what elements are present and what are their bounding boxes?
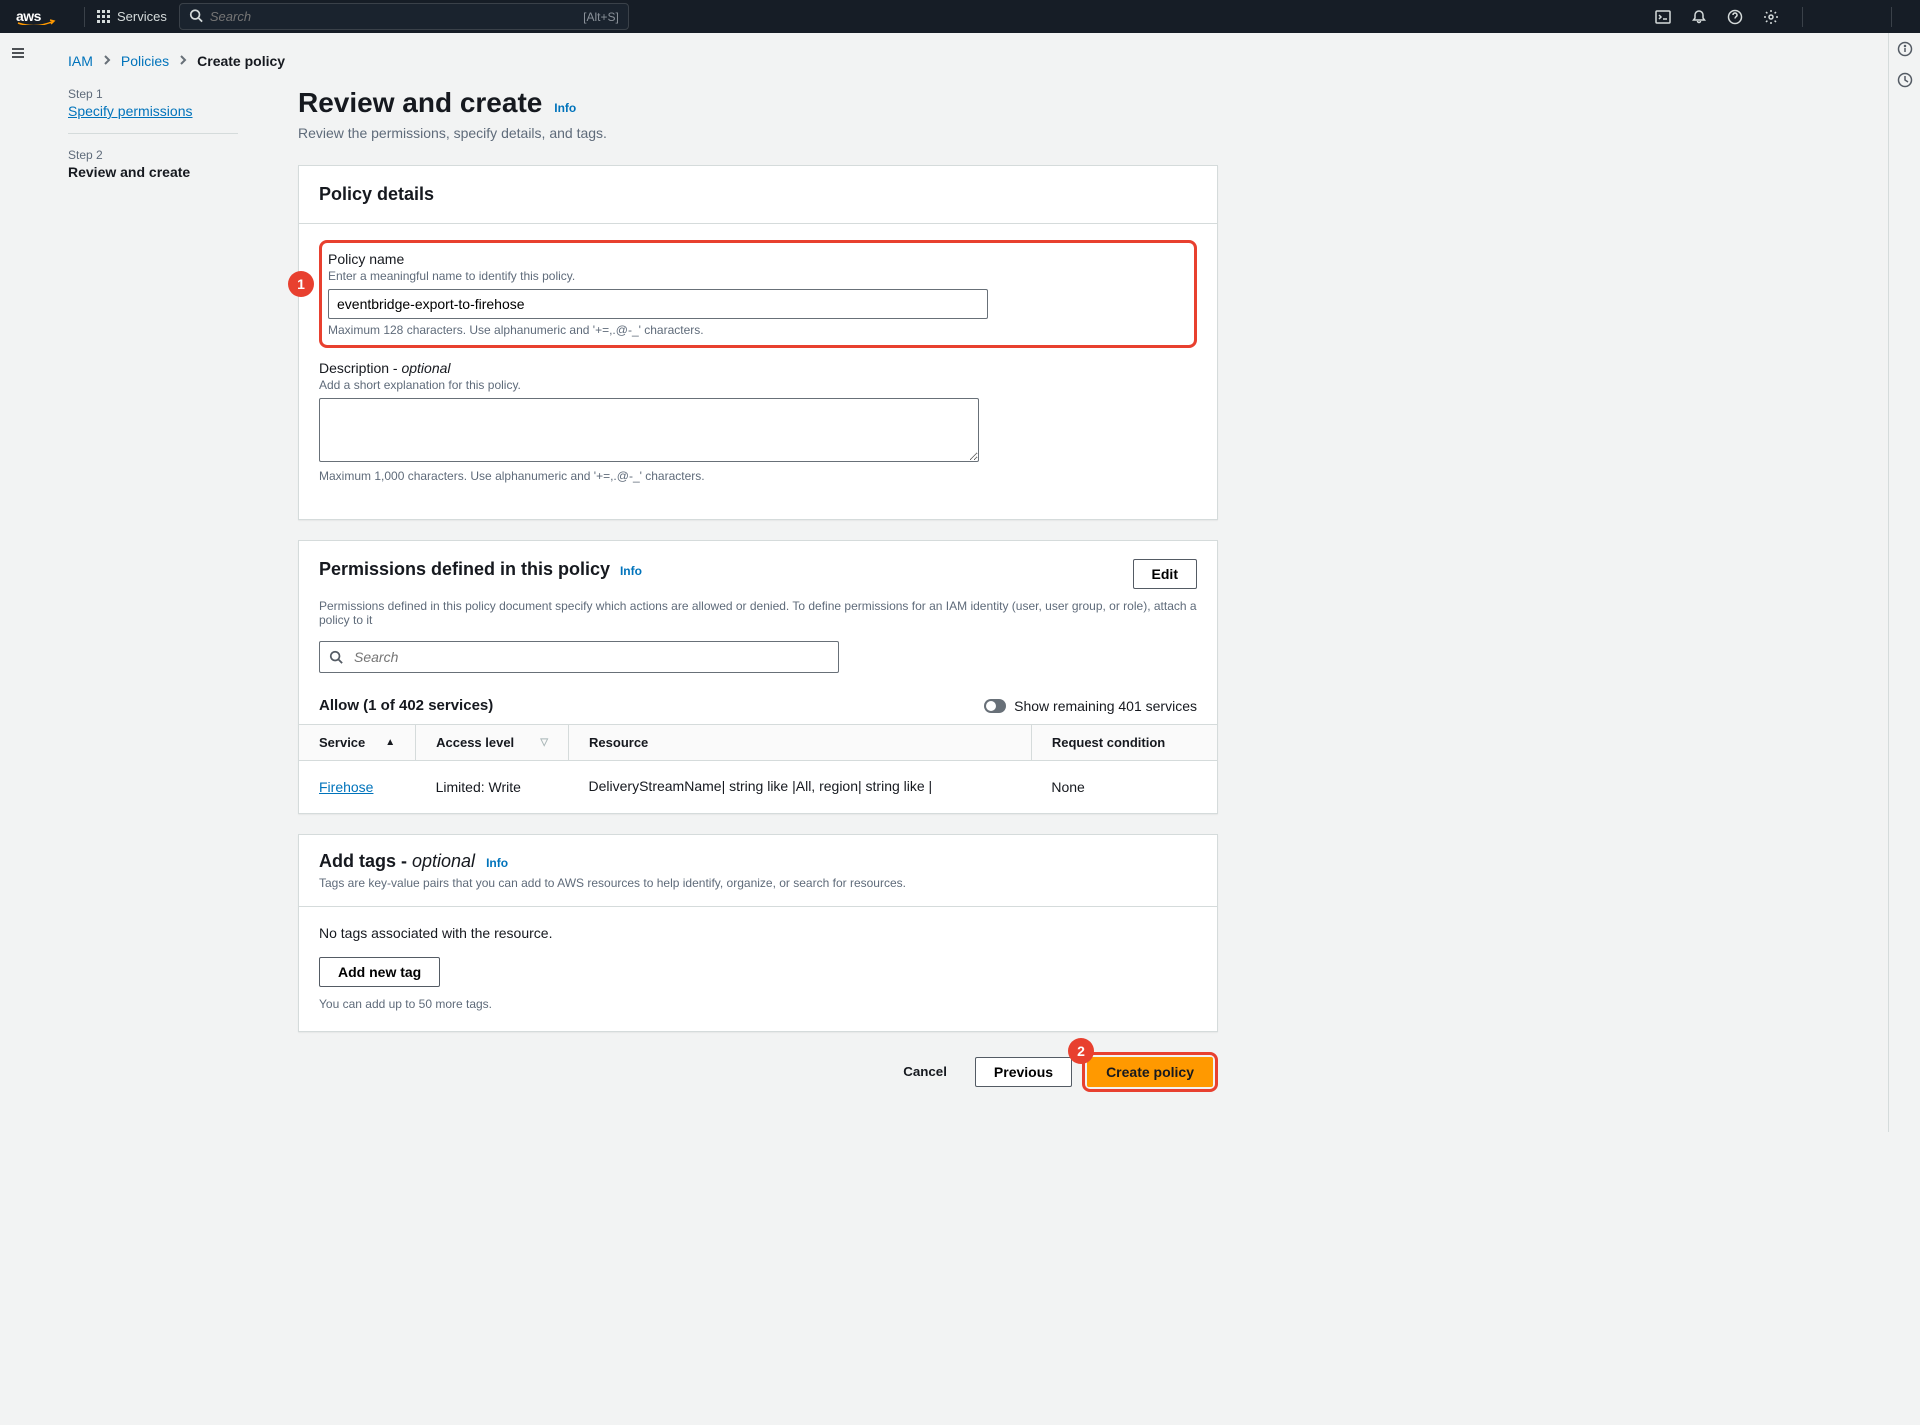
info-link[interactable]: Info — [620, 564, 642, 578]
tags-constraint: You can add up to 50 more tags. — [319, 997, 1197, 1011]
global-search-input[interactable] — [179, 3, 629, 30]
topbar-right — [1646, 0, 1904, 33]
top-nav: aws Services [Alt+S] — [0, 0, 1920, 33]
sort-asc-icon: ▲ — [385, 737, 395, 748]
col-access-level[interactable]: Access level▽ — [416, 725, 569, 761]
policy-name-constraint: Maximum 128 characters. Use alphanumeric… — [328, 323, 1188, 337]
annotation-highlight-2: 2 Create policy — [1082, 1052, 1218, 1092]
info-panel-icon[interactable] — [1897, 41, 1913, 60]
description-textarea[interactable] — [319, 398, 979, 462]
table-row: Firehose Limited: Write DeliveryStreamNa… — [299, 761, 1217, 813]
clock-icon[interactable] — [1897, 72, 1913, 91]
description-label: Description - optional — [319, 360, 1197, 376]
add-tag-button[interactable]: Add new tag — [319, 957, 440, 987]
show-remaining-toggle[interactable] — [984, 699, 1006, 713]
create-policy-button[interactable]: Create policy — [1087, 1057, 1213, 1087]
breadcrumb: IAM Policies Create policy — [36, 33, 1888, 87]
page-description: Review the permissions, specify details,… — [298, 125, 1218, 141]
notifications-icon[interactable] — [1682, 0, 1716, 33]
step-specify-permissions[interactable]: Specify permissions — [68, 103, 238, 119]
description-constraint: Maximum 1,000 characters. Use alphanumer… — [319, 469, 1197, 483]
cell-condition: None — [1031, 761, 1217, 813]
breadcrumb-policies[interactable]: Policies — [121, 53, 169, 69]
service-link-firehose[interactable]: Firehose — [319, 779, 373, 795]
divider — [1802, 7, 1803, 27]
divider — [84, 7, 85, 27]
svg-text:aws: aws — [16, 9, 42, 24]
tags-panel: Add tags - optional Info Tags are key-va… — [298, 834, 1218, 1032]
no-tags-message: No tags associated with the resource. — [319, 907, 1197, 957]
step-number: Step 2 — [68, 148, 238, 162]
right-rail — [1888, 33, 1920, 1132]
breadcrumb-iam[interactable]: IAM — [68, 53, 93, 69]
policy-name-label: Policy name — [328, 251, 1188, 267]
panel-title: Policy details — [319, 184, 434, 205]
step-number: Step 1 — [68, 87, 238, 101]
permissions-description: Permissions defined in this policy docum… — [299, 599, 1217, 641]
help-icon[interactable] — [1718, 0, 1752, 33]
footer-actions: Cancel Previous 2 Create policy — [298, 1052, 1218, 1092]
annotation-badge-1: 1 — [288, 271, 314, 297]
permissions-table: Service▲ Access level▽ Resource Request … — [299, 724, 1217, 813]
breadcrumb-current: Create policy — [197, 53, 285, 69]
annotation-badge-2: 2 — [1068, 1038, 1094, 1064]
info-link[interactable]: Info — [554, 101, 576, 115]
cancel-button[interactable]: Cancel — [885, 1058, 965, 1085]
step-review-create: Review and create — [68, 164, 238, 180]
aws-logo[interactable]: aws — [16, 9, 56, 25]
page-title: Review and create — [298, 87, 542, 119]
cell-resource: DeliveryStreamName| string like |All, re… — [569, 761, 1032, 813]
policy-name-input[interactable] — [328, 289, 988, 319]
cell-access: Limited: Write — [416, 761, 569, 813]
cloudshell-icon[interactable] — [1646, 0, 1680, 33]
services-menu[interactable]: Services — [97, 9, 167, 24]
sort-none-icon: ▽ — [540, 737, 548, 748]
settings-icon[interactable] — [1754, 0, 1788, 33]
col-service[interactable]: Service▲ — [299, 725, 416, 761]
tags-description: Tags are key-value pairs that you can ad… — [319, 876, 1197, 890]
panel-title: Permissions defined in this policy — [319, 559, 610, 579]
col-condition: Request condition — [1031, 725, 1217, 761]
wizard-nav: Step 1 Specify permissions Step 2 Review… — [68, 87, 238, 1092]
global-search-wrap: [Alt+S] — [179, 3, 629, 30]
search-shortcut: [Alt+S] — [583, 10, 619, 24]
search-icon — [329, 650, 343, 667]
info-link[interactable]: Info — [486, 856, 508, 870]
chevron-right-icon — [103, 53, 111, 69]
policy-name-help: Enter a meaningful name to identify this… — [328, 269, 1188, 283]
annotation-highlight-1: 1 Policy name Enter a meaningful name to… — [319, 240, 1197, 348]
permissions-panel: Permissions defined in this policy Info … — [298, 540, 1218, 814]
allow-summary: Allow (1 of 402 services) — [319, 697, 493, 714]
permissions-search-input[interactable] — [319, 641, 839, 673]
left-rail — [0, 33, 36, 1132]
services-label: Services — [117, 9, 167, 24]
description-help: Add a short explanation for this policy. — [319, 378, 1197, 392]
chevron-right-icon — [179, 53, 187, 69]
divider — [1891, 7, 1892, 27]
search-icon — [189, 8, 203, 25]
previous-button[interactable]: Previous — [975, 1057, 1072, 1087]
col-resource: Resource — [569, 725, 1032, 761]
edit-button[interactable]: Edit — [1133, 559, 1197, 589]
policy-details-panel: Policy details 1 Policy name Enter a mea… — [298, 165, 1218, 520]
panel-title: Add tags - optional — [319, 851, 480, 871]
hamburger-icon[interactable] — [10, 45, 26, 64]
grid-icon — [97, 10, 111, 24]
toggle-label: Show remaining 401 services — [1014, 698, 1197, 714]
